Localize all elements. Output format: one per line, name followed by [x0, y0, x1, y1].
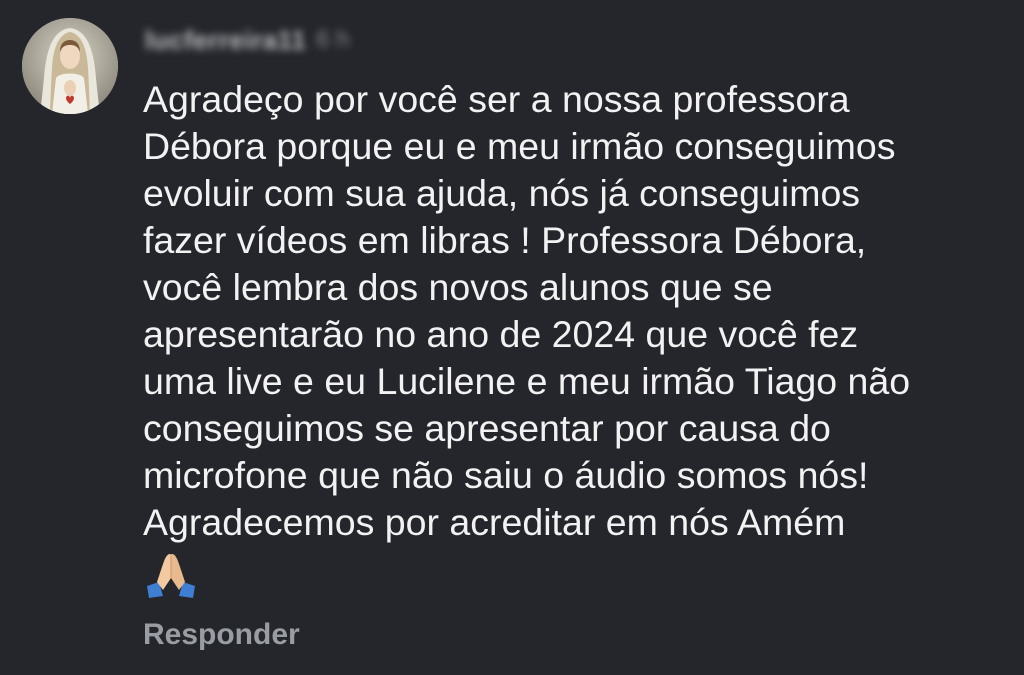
username[interactable]: lucferreira11 — [145, 25, 306, 56]
comment-item: lucferreira11 6 h Agradeço por você ser … — [0, 0, 1024, 675]
comment-text: Agradeço por você ser a nossa professora… — [143, 78, 911, 543]
comment-header: lucferreira11 6 h — [145, 22, 350, 58]
praying-hands-icon — [143, 548, 199, 600]
praying-hands-graphic — [147, 554, 195, 598]
avatar-image — [22, 18, 118, 114]
timestamp: 6 h — [316, 26, 350, 53]
avatar[interactable] — [22, 18, 118, 114]
reply-button[interactable]: Responder — [143, 618, 300, 652]
